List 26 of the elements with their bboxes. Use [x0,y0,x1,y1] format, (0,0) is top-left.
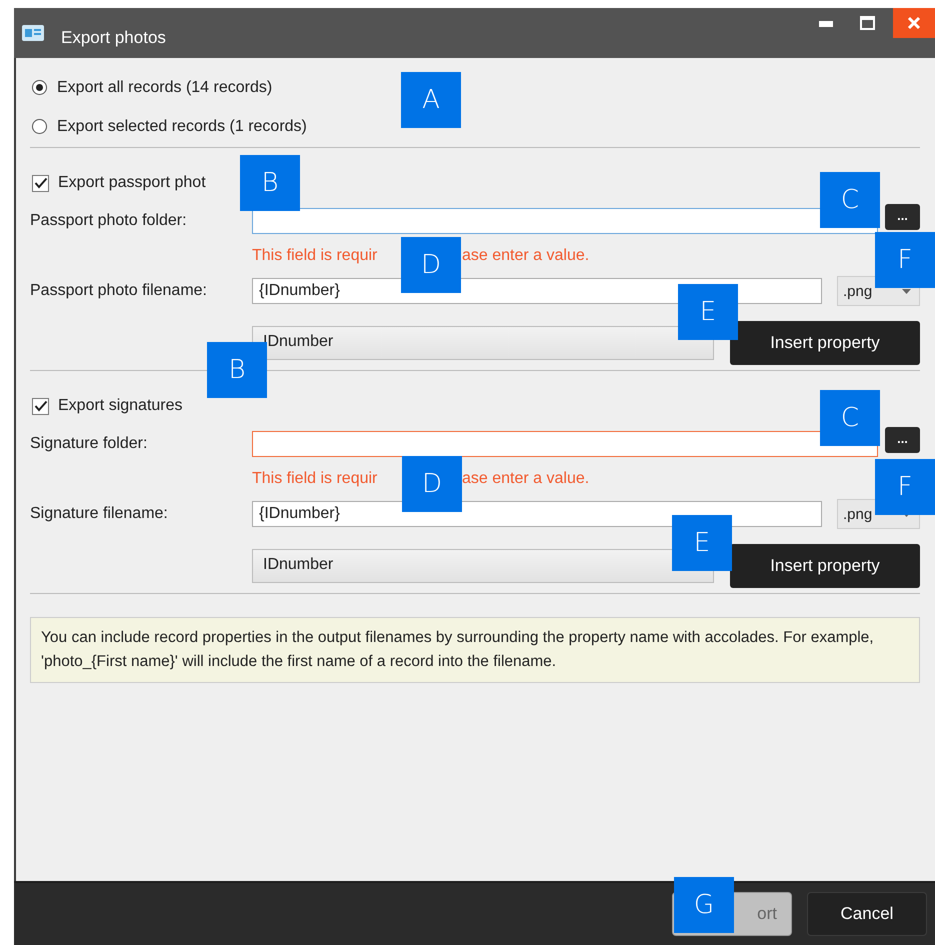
field-label: Passport photo filename: [30,282,208,300]
callout-tooltip: F [875,459,935,515]
callout-tooltip: C [820,172,880,228]
checkbox-label: Export passport phot [58,174,206,192]
radio-label: Export all records (14 records) [57,78,272,96]
window-title: Export photos [61,28,166,48]
callout-tooltip: F [875,232,935,288]
callout-tooltip: D [401,237,461,293]
error-message: This field is requir [252,247,378,265]
error-message: This field is requir [252,470,378,488]
callout-tooltip: G [674,877,734,933]
callout-tooltip: E [672,515,732,571]
callout-tooltip: B [207,342,267,398]
error-message: ase enter a value. [462,247,590,265]
info-note: You can include record properties in the output filenames by surrounding the property name with accolades. For example, 'photo_{First name}' will include the first name of a record into the filename. [30,617,920,683]
field-label: Passport photo folder: [30,212,188,230]
callout-tooltip: D [402,456,462,512]
field-label: Signature folder: [30,435,148,453]
callout-tooltip: B [240,155,300,211]
radio-label: Export selected records (1 records) [57,118,307,136]
callout-tooltip: C [820,390,880,446]
field-label: Signature filename: [30,505,169,523]
error-message: ase enter a value. [462,470,590,488]
callout-tooltip: E [678,284,738,340]
checkbox-label: Export signatures [58,397,183,415]
callout-tooltip: A [401,72,461,128]
